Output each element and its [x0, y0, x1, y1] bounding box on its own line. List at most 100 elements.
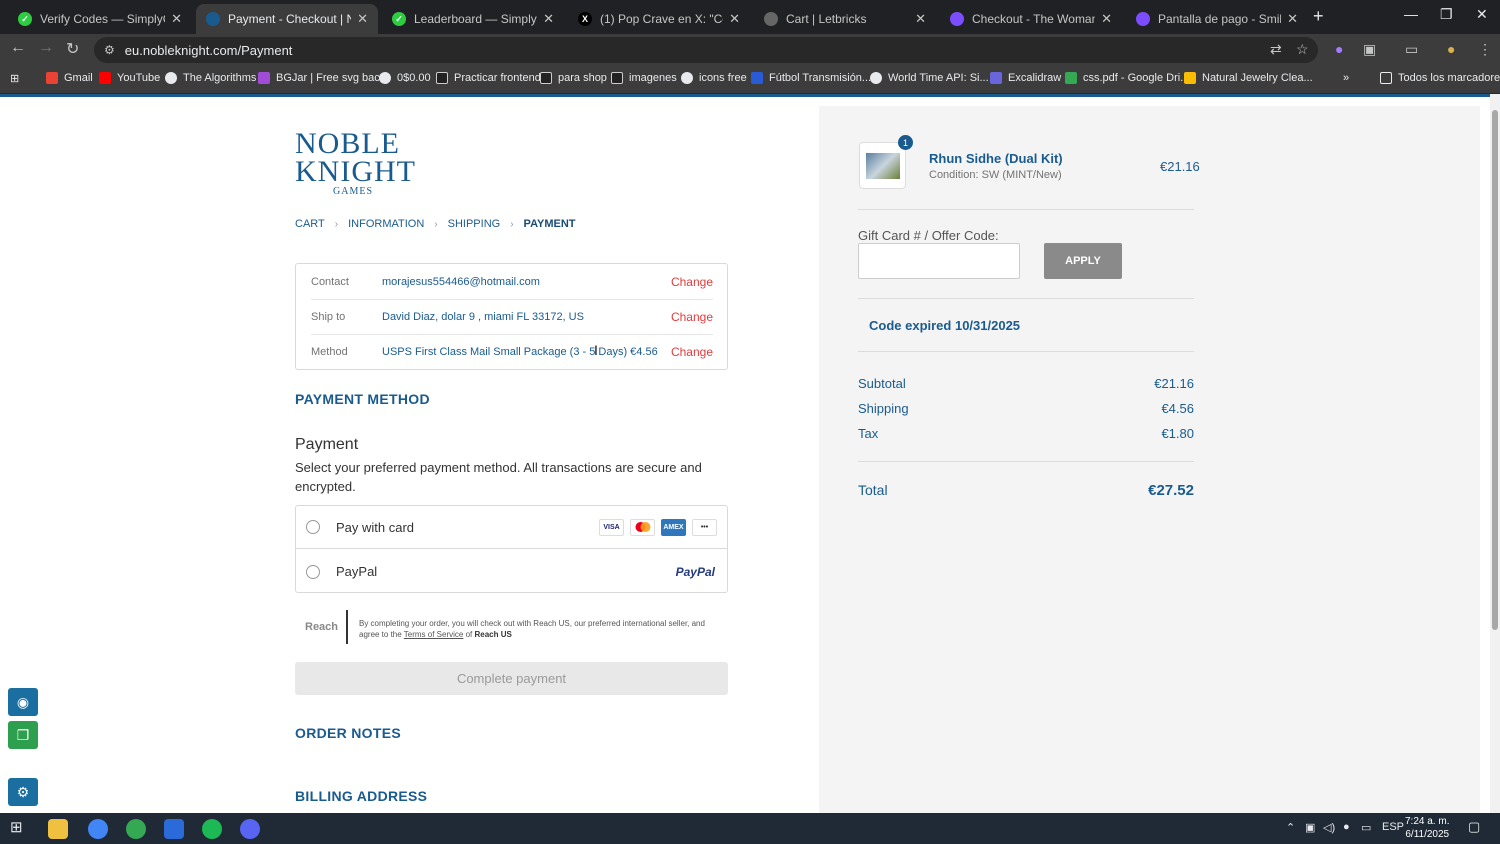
puzzle-icon[interactable]: ▣: [1363, 41, 1376, 58]
pay-with-card-option[interactable]: Pay with card VISA AMEX •••: [296, 506, 727, 549]
change-method-link[interactable]: Change: [671, 345, 713, 359]
language-indicator[interactable]: ESP: [1382, 821, 1404, 833]
volume-icon[interactable]: ◁): [1323, 821, 1335, 834]
close-icon[interactable]: ✕: [171, 11, 182, 27]
close-icon[interactable]: ✕: [357, 11, 368, 27]
tab-title: Pantalla de pago - SmileyCookie: [1158, 12, 1281, 26]
product-name: Rhun Sidhe (Dual Kit): [929, 151, 1063, 166]
breadcrumb-cart[interactable]: CART: [295, 218, 325, 230]
window-close-icon[interactable]: ✕: [1476, 6, 1488, 23]
bookmark-futbol[interactable]: Fútbol Transmisión...: [751, 72, 871, 84]
payment-method-heading: PAYMENT METHOD: [295, 391, 430, 407]
breadcrumb-shipping[interactable]: SHIPPING: [448, 218, 501, 230]
nobleknight-icon: [206, 12, 220, 26]
eye-icon[interactable]: ◉: [8, 688, 38, 716]
change-contact-link[interactable]: Change: [671, 275, 713, 289]
mic-icon[interactable]: ●: [1343, 821, 1350, 833]
clock[interactable]: 7:24 a. m. 6/11/2025: [1405, 815, 1449, 841]
payment-heading: Payment: [295, 436, 359, 453]
order-summary-panel: [819, 106, 1480, 813]
paypal-option[interactable]: PayPal PayPal: [296, 550, 727, 593]
copy-icon[interactable]: ❐: [8, 721, 38, 749]
tab-letbricks[interactable]: Cart | Letbricks ✕: [754, 4, 936, 34]
tab-woman-concept[interactable]: Checkout - The Woman Concept ✕: [940, 4, 1122, 34]
bookmark-gmail[interactable]: Gmail: [46, 72, 93, 84]
windows-start-icon[interactable]: ⊞: [10, 818, 23, 836]
more-bookmarks-icon[interactable]: »: [1343, 72, 1349, 84]
chrome-profile-icon[interactable]: [126, 819, 146, 839]
card-option-label: Pay with card: [336, 519, 415, 535]
cast-icon[interactable]: ▭: [1405, 41, 1418, 58]
settings-icon[interactable]: ⚙: [8, 778, 38, 806]
noble-knight-logo[interactable]: NOBLE KNIGHT GAMES: [295, 129, 415, 198]
scrollbar-thumb[interactable]: [1492, 110, 1498, 630]
chrome-icon[interactable]: [88, 819, 108, 839]
reload-icon[interactable]: ↻: [66, 39, 79, 59]
tab-pop-crave[interactable]: X (1) Pop Crave en X: "Coldplay's ✕: [568, 4, 750, 34]
star-icon[interactable]: ☆: [1296, 41, 1309, 58]
new-tab-icon[interactable]: +: [1313, 6, 1324, 27]
bookmark-jewelry[interactable]: Natural Jewelry Clea...: [1184, 72, 1313, 84]
site-info-icon[interactable]: ⚙: [104, 43, 115, 57]
menu-icon[interactable]: ⋮: [1478, 41, 1492, 58]
app-icon[interactable]: [164, 819, 184, 839]
bookmark-algorithms[interactable]: The Algorithms: [165, 72, 256, 84]
billing-address-heading: BILLING ADDRESS: [295, 788, 428, 804]
close-icon[interactable]: ✕: [1287, 11, 1298, 27]
gift-card-input[interactable]: [858, 243, 1020, 279]
forward-icon[interactable]: →: [38, 39, 54, 57]
notifications-icon[interactable]: ▢: [1468, 819, 1480, 835]
close-icon[interactable]: ✕: [729, 11, 740, 27]
bookmark-worldtime[interactable]: World Time API: Si...: [870, 72, 989, 84]
bookmark-practicar[interactable]: Practicar frontend: [436, 72, 541, 84]
change-shipto-link[interactable]: Change: [671, 310, 713, 324]
bgjar-icon: [258, 72, 270, 84]
image-icon: [611, 72, 623, 84]
meet-icon[interactable]: ▣: [1305, 821, 1315, 834]
close-icon[interactable]: ✕: [915, 11, 926, 27]
tab-leaderboard[interactable]: ✓ Leaderboard — SimplyCodes ✕: [382, 4, 564, 34]
bookmark-imagenes[interactable]: imagenes: [611, 72, 677, 84]
bookmark-price[interactable]: 0$0.00: [379, 72, 431, 84]
terms-of-service-link[interactable]: Terms of Service: [404, 630, 464, 639]
bookmark-css-pdf[interactable]: css.pdf - Google Dri...: [1065, 72, 1189, 84]
tab-verify-codes[interactable]: ✓ Verify Codes — SimplyCodes ✕: [8, 4, 192, 34]
subtotal-row: Subtotal €21.16: [858, 376, 1194, 391]
address-bar[interactable]: ⚙ eu.nobleknight.com/Payment: [94, 37, 1318, 63]
bookmark-icons[interactable]: icons free: [681, 72, 747, 84]
bookmark-excalidraw[interactable]: Excalidraw: [990, 72, 1061, 84]
bookmark-parashop[interactable]: para shop: [540, 72, 607, 84]
avatar[interactable]: ●: [1447, 41, 1455, 57]
extension-icon[interactable]: ●: [1335, 41, 1343, 57]
clock-time: 7:24 a. m.: [1405, 816, 1450, 827]
apply-button[interactable]: APPLY: [1044, 243, 1122, 279]
back-icon[interactable]: ←: [10, 39, 26, 57]
close-icon[interactable]: ✕: [1101, 11, 1112, 27]
bookmark-youtube[interactable]: YouTube: [99, 72, 160, 84]
close-icon[interactable]: ✕: [543, 11, 554, 27]
contact-label: Contact: [311, 275, 349, 288]
translate-icon[interactable]: ⇄: [1270, 41, 1282, 58]
discord-icon[interactable]: [240, 819, 260, 839]
breadcrumb-information[interactable]: INFORMATION: [348, 218, 424, 230]
chevron-up-icon[interactable]: ⌃: [1286, 821, 1295, 834]
spotify-icon[interactable]: [202, 819, 222, 839]
reach-divider: [346, 610, 348, 644]
paypal-radio[interactable]: [306, 564, 320, 579]
divider: [858, 351, 1194, 352]
tab-payment-checkout[interactable]: Payment - Checkout | Noble Knight ✕: [196, 4, 378, 34]
all-bookmarks[interactable]: Todos los marcadores: [1380, 72, 1500, 84]
bookmark-bgjar[interactable]: BGJar | Free svg bac...: [258, 72, 389, 84]
payment-options: Pay with card VISA AMEX ••• PayPal PayPa…: [295, 505, 728, 593]
network-icon[interactable]: ▭: [1361, 821, 1371, 834]
subtotal-value: €21.16: [1154, 376, 1194, 391]
restore-icon[interactable]: ❐: [1440, 6, 1453, 23]
divider: [858, 461, 1194, 462]
card-radio[interactable]: [306, 520, 320, 534]
minimize-icon[interactable]: —: [1404, 6, 1418, 22]
text-cursor-icon: I: [594, 342, 598, 358]
tab-smileycookie[interactable]: Pantalla de pago - SmileyCookie ✕: [1126, 4, 1308, 34]
file-explorer-icon[interactable]: [48, 819, 68, 839]
apps-icon[interactable]: ⊞: [10, 72, 19, 85]
complete-payment-button[interactable]: Complete payment: [295, 662, 728, 695]
